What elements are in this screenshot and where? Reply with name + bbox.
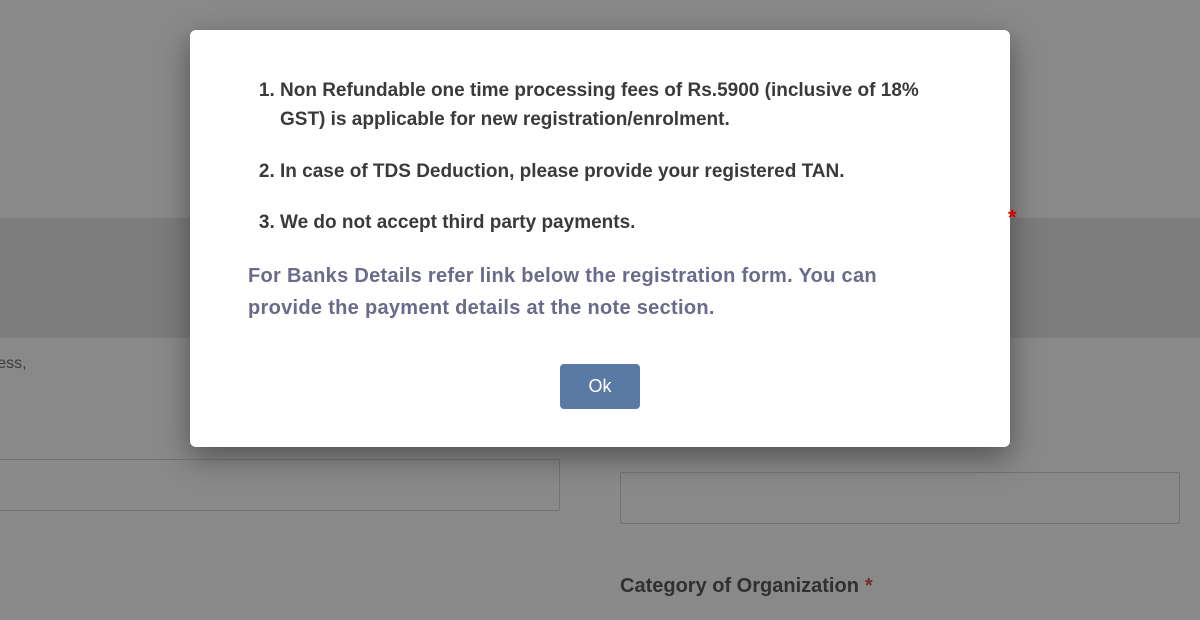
modal-list: Non Refundable one time processing fees … [248,76,952,238]
bank-note: For Banks Details refer link below the r… [248,260,952,324]
required-indicator-dot: * [1008,205,1016,213]
modal-button-row: Ok [248,364,952,409]
modal-item-1: Non Refundable one time processing fees … [280,76,952,135]
info-modal: Non Refundable one time processing fees … [190,30,1010,447]
ok-button[interactable]: Ok [560,364,639,409]
modal-item-3: We do not accept third party payments. [280,208,952,237]
modal-item-2: In case of TDS Deduction, please provide… [280,157,952,186]
modal-overlay: Non Refundable one time processing fees … [0,0,1200,620]
